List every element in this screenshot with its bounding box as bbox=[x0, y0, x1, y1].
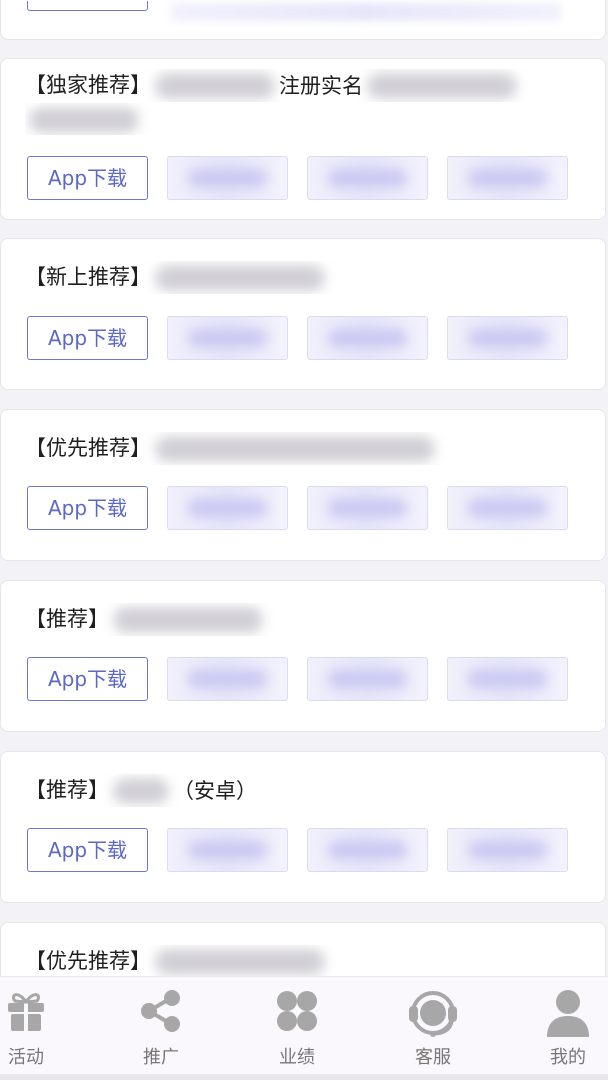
blurred-text bbox=[155, 265, 325, 291]
action-button[interactable] bbox=[167, 828, 288, 872]
app-download-button[interactable]: App下载 bbox=[27, 828, 148, 872]
headset-icon bbox=[409, 991, 457, 1037]
tab-performance[interactable]: 业绩 bbox=[257, 977, 337, 1077]
tab-promote[interactable]: 推广 bbox=[121, 977, 201, 1077]
card-title-tag: 【新上推荐】 bbox=[25, 265, 151, 289]
blurred-text bbox=[113, 607, 263, 633]
card-title-tag: 【优先推荐】 bbox=[25, 436, 151, 460]
action-button[interactable] bbox=[307, 657, 428, 701]
blurred-text bbox=[367, 73, 517, 99]
promotion-feed[interactable]: 【独家推荐】 注册实名 App下载 【新上推荐】 App下载 【优先推荐】 App… bbox=[0, 0, 608, 976]
blurred-text bbox=[155, 436, 435, 462]
promo-card: 【推荐】 （安卓） App下载 bbox=[0, 751, 606, 903]
action-button[interactable] bbox=[307, 828, 428, 872]
blurred-text bbox=[155, 949, 325, 975]
card-title-suffix: 注册实名 bbox=[279, 74, 363, 98]
blurred-text bbox=[113, 778, 169, 804]
card-title: 【优先推荐】 bbox=[25, 945, 585, 976]
card-partial-top bbox=[0, 0, 606, 40]
user-icon bbox=[547, 990, 589, 1037]
app-download-button[interactable]: App下载 bbox=[27, 657, 148, 701]
app-download-button[interactable]: App下载 bbox=[27, 486, 148, 530]
card-actions: App下载 bbox=[27, 156, 587, 200]
action-button[interactable] bbox=[447, 156, 568, 200]
system-gesture-bar bbox=[0, 1074, 608, 1080]
action-button[interactable] bbox=[447, 486, 568, 530]
app-download-button[interactable]: App下载 bbox=[27, 156, 148, 200]
blurred-text bbox=[155, 73, 275, 99]
share-icon bbox=[141, 990, 180, 1032]
tab-label: 我的 bbox=[550, 1047, 586, 1068]
blurred-actions bbox=[171, 3, 561, 21]
card-title-tag: 【推荐】 bbox=[25, 607, 109, 631]
promo-card: 【推荐】 App下载 bbox=[0, 580, 606, 732]
card-actions: App下载 bbox=[27, 316, 587, 360]
card-title-tag: 【独家推荐】 bbox=[25, 73, 151, 97]
app-download-button[interactable]: App下载 bbox=[27, 316, 148, 360]
action-button[interactable] bbox=[307, 316, 428, 360]
card-actions: App下载 bbox=[27, 657, 587, 701]
action-button[interactable] bbox=[447, 828, 568, 872]
tab-label: 客服 bbox=[415, 1047, 451, 1068]
promo-card: 【新上推荐】 App下载 bbox=[0, 238, 606, 390]
tab-label: 活动 bbox=[8, 1047, 44, 1068]
card-actions: App下载 bbox=[27, 828, 587, 872]
tab-mine[interactable]: 我的 bbox=[528, 977, 608, 1077]
card-title: 【独家推荐】 注册实名 bbox=[25, 69, 585, 102]
card-title-suffix: （安卓） bbox=[173, 779, 257, 803]
tab-label: 业绩 bbox=[279, 1047, 315, 1068]
action-button[interactable] bbox=[167, 657, 288, 701]
tab-customer-service[interactable]: 客服 bbox=[393, 977, 473, 1077]
promo-card: 【优先推荐】 bbox=[0, 922, 606, 976]
action-button[interactable] bbox=[447, 657, 568, 701]
card-title: 【优先推荐】 bbox=[25, 432, 585, 465]
promo-card: 【优先推荐】 App下载 bbox=[0, 409, 606, 561]
promo-card: 【独家推荐】 注册实名 App下载 bbox=[0, 58, 606, 220]
tab-label: 推广 bbox=[143, 1047, 179, 1068]
action-button[interactable] bbox=[307, 156, 428, 200]
gift-icon bbox=[8, 993, 44, 1031]
blurred-text bbox=[29, 107, 139, 133]
action-button[interactable] bbox=[167, 316, 288, 360]
card-title-tag: 【推荐】 bbox=[25, 778, 109, 802]
tab-activity[interactable]: 活动 bbox=[0, 977, 66, 1077]
action-button[interactable] bbox=[447, 316, 568, 360]
action-button[interactable] bbox=[167, 156, 288, 200]
card-title-tag: 【优先推荐】 bbox=[25, 949, 151, 973]
bottom-tab-bar: 活动 推广 业绩 客服 我的 bbox=[0, 976, 608, 1080]
grid-icon bbox=[277, 991, 317, 1031]
card-title-line2 bbox=[25, 103, 585, 135]
card-actions: App下载 bbox=[27, 486, 587, 530]
action-button[interactable] bbox=[167, 486, 288, 530]
app-download-button-partial[interactable] bbox=[27, 1, 148, 11]
card-title: 【推荐】 （安卓） bbox=[25, 774, 585, 807]
card-title: 【推荐】 bbox=[25, 603, 585, 636]
action-button[interactable] bbox=[307, 486, 428, 530]
card-title: 【新上推荐】 bbox=[25, 261, 585, 294]
